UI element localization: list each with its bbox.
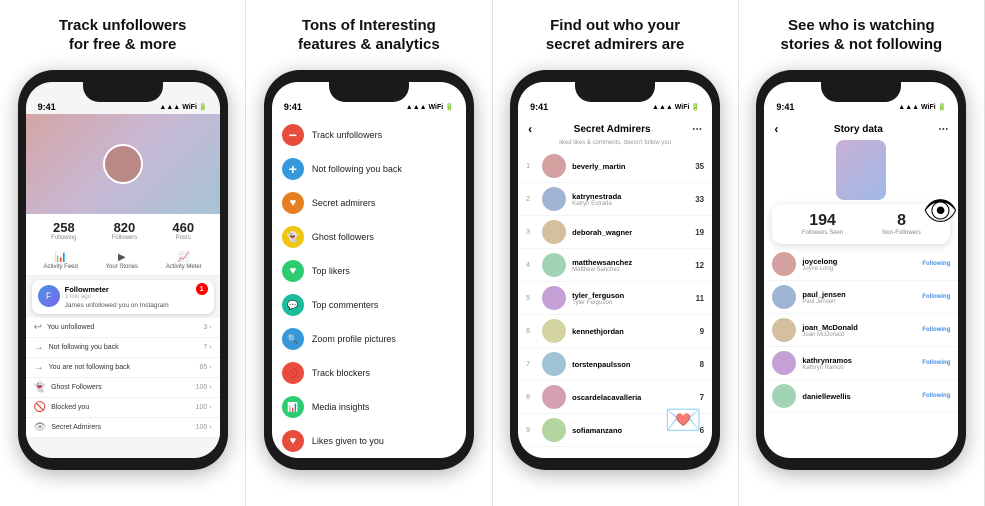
avatar (542, 187, 566, 211)
p2-list: − Track unfollowers + Not following you … (272, 118, 466, 458)
panel-2: Tons of Interesting features & analytics… (246, 0, 492, 506)
table-row: joan_McDonald Joan McDonald Following (764, 314, 958, 347)
p1-notif-text: Followmeter 1 min ago James unfollowed y… (65, 285, 169, 309)
p4-stat-followers: 194 Followers Seen (802, 212, 843, 236)
table-row: 1 beverly_martin 35 (518, 150, 712, 183)
panel-2-title: Tons of Interesting features & analytics (298, 10, 440, 60)
list-item: − Track unfollowers (272, 118, 466, 152)
p1-stat-posts: 460 Posts (172, 220, 194, 241)
list-item: ♥ Top likers (272, 254, 466, 288)
heart-decoration: 💌 (665, 403, 702, 438)
avatar (772, 318, 796, 342)
list-item: ♥ Likes given to you (272, 424, 466, 458)
p4-header: ‹ Story data ⋯ (764, 114, 958, 140)
p3-header: ‹ Secret Admirers ⋯ (518, 114, 712, 140)
avatar (772, 351, 796, 375)
table-row: 6 kennethjordan 9 (518, 315, 712, 348)
avatar (542, 385, 566, 409)
table-row: kathrynramos Kathryn Ramos Following (764, 347, 958, 380)
p1-header-image (26, 114, 220, 214)
p1-nav-stories: ▶ Your Stories (106, 252, 138, 270)
phone-2: 9:41 ▲▲▲ WiFi 🔋 − Track unfollowers + No… (264, 70, 474, 470)
notch-1 (83, 82, 163, 102)
p4-story-thumb (836, 140, 886, 200)
list-item: →You are not following back 65 › (26, 358, 220, 378)
table-row: 5 tyler_ferguson Tyler Ferguson 11 (518, 282, 712, 315)
phone-1: 9:41 ▲▲▲ WiFi 🔋 258 Following 820 Follow… (18, 70, 228, 470)
table-row: daniellewellis Following (764, 380, 958, 413)
p1-stats: 258 Following 820 Followers 460 Posts (26, 214, 220, 247)
p1-stat-following: 258 Following (51, 220, 76, 241)
p1-notif-icon: F (38, 285, 60, 307)
table-row: 3 deborah_wagner 19 (518, 216, 712, 249)
list-item: 👁Secret Admirers 100 › (26, 418, 220, 438)
p1-stat-followers: 820 Followers (112, 220, 138, 241)
panel-3-title: Find out who your secret admirers are (546, 10, 684, 60)
phone-4: 9:41 ▲▲▲ WiFi 🔋 ‹ Story data ⋯ 194 Follo… (756, 70, 966, 470)
table-row: 4 matthewsanchez Matthew Sanchez 12 (518, 249, 712, 282)
p1-nav-activity: 📊 Activity Feed (43, 252, 77, 270)
avatar (542, 319, 566, 343)
list-item: 👻 Ghost followers (272, 220, 466, 254)
notch-4 (821, 82, 901, 102)
avatar (772, 252, 796, 276)
p1-avatar (103, 144, 143, 184)
list-item: →Not following you back 7 › (26, 338, 220, 358)
phone-3: 9:41 ▲▲▲ WiFi 🔋 ‹ Secret Admirers ⋯ like… (510, 70, 720, 470)
list-item: 👻Ghost Followers 100 › (26, 378, 220, 398)
panel-3: Find out who your secret admirers are 9:… (493, 0, 739, 506)
p1-list: ↩You unfollowed 3 › →Not following you b… (26, 318, 220, 438)
avatar (542, 253, 566, 277)
list-item: 🔍 Zoom profile pictures (272, 322, 466, 356)
p1-nav: 📊 Activity Feed ▶ Your Stories 📈 Activit… (26, 247, 220, 276)
avatar (542, 220, 566, 244)
table-row: paul_jensen Paul Jensen Following (764, 281, 958, 314)
p4-list: joycelong Joyce Long Following paul_jens… (764, 248, 958, 413)
list-item: 🚫 Track blockers (272, 356, 466, 390)
p1-nav-meter: 📈 Activity Meter (166, 252, 202, 270)
avatar (542, 352, 566, 376)
panel-1-title: Track unfollowers for free & more (59, 10, 187, 60)
panel-4-title: See who is watching stories & not follow… (781, 10, 943, 60)
eye-icon: 👁 (923, 194, 959, 227)
table-row: joycelong Joyce Long Following (764, 248, 958, 281)
p4-stat-nonfollowers: 8 Non-Followers (882, 212, 921, 236)
panel-4: See who is watching stories & not follow… (739, 0, 985, 506)
list-item: + Not following you back (272, 152, 466, 186)
list-item: 📊 Media insights (272, 390, 466, 424)
p1-notification: F Followmeter 1 min ago James unfollowed… (32, 280, 214, 314)
p3-subheader: liked likes & comments, doesn't follow y… (518, 140, 712, 150)
table-row: 7 torstenpaulsson 8 (518, 348, 712, 381)
table-row: 2 katrynestrada Katryn Estrada 33 (518, 183, 712, 216)
avatar (772, 384, 796, 408)
list-item: ↩You unfollowed 3 › (26, 318, 220, 338)
notch-3 (575, 82, 655, 102)
p1-notif-badge: 1 (196, 283, 208, 295)
avatar (542, 286, 566, 310)
panel-1: Track unfollowers for free & more 9:41 ▲… (0, 0, 246, 506)
list-item: 💬 Top commenters (272, 288, 466, 322)
avatar (772, 285, 796, 309)
avatar (542, 418, 566, 442)
list-item: ♥ Secret admirers (272, 186, 466, 220)
notch-2 (329, 82, 409, 102)
list-item: 🚫Blocked you 100 › (26, 398, 220, 418)
p4-stats-box: 194 Followers Seen 8 Non-Followers 👁 (772, 204, 950, 244)
avatar (542, 154, 566, 178)
